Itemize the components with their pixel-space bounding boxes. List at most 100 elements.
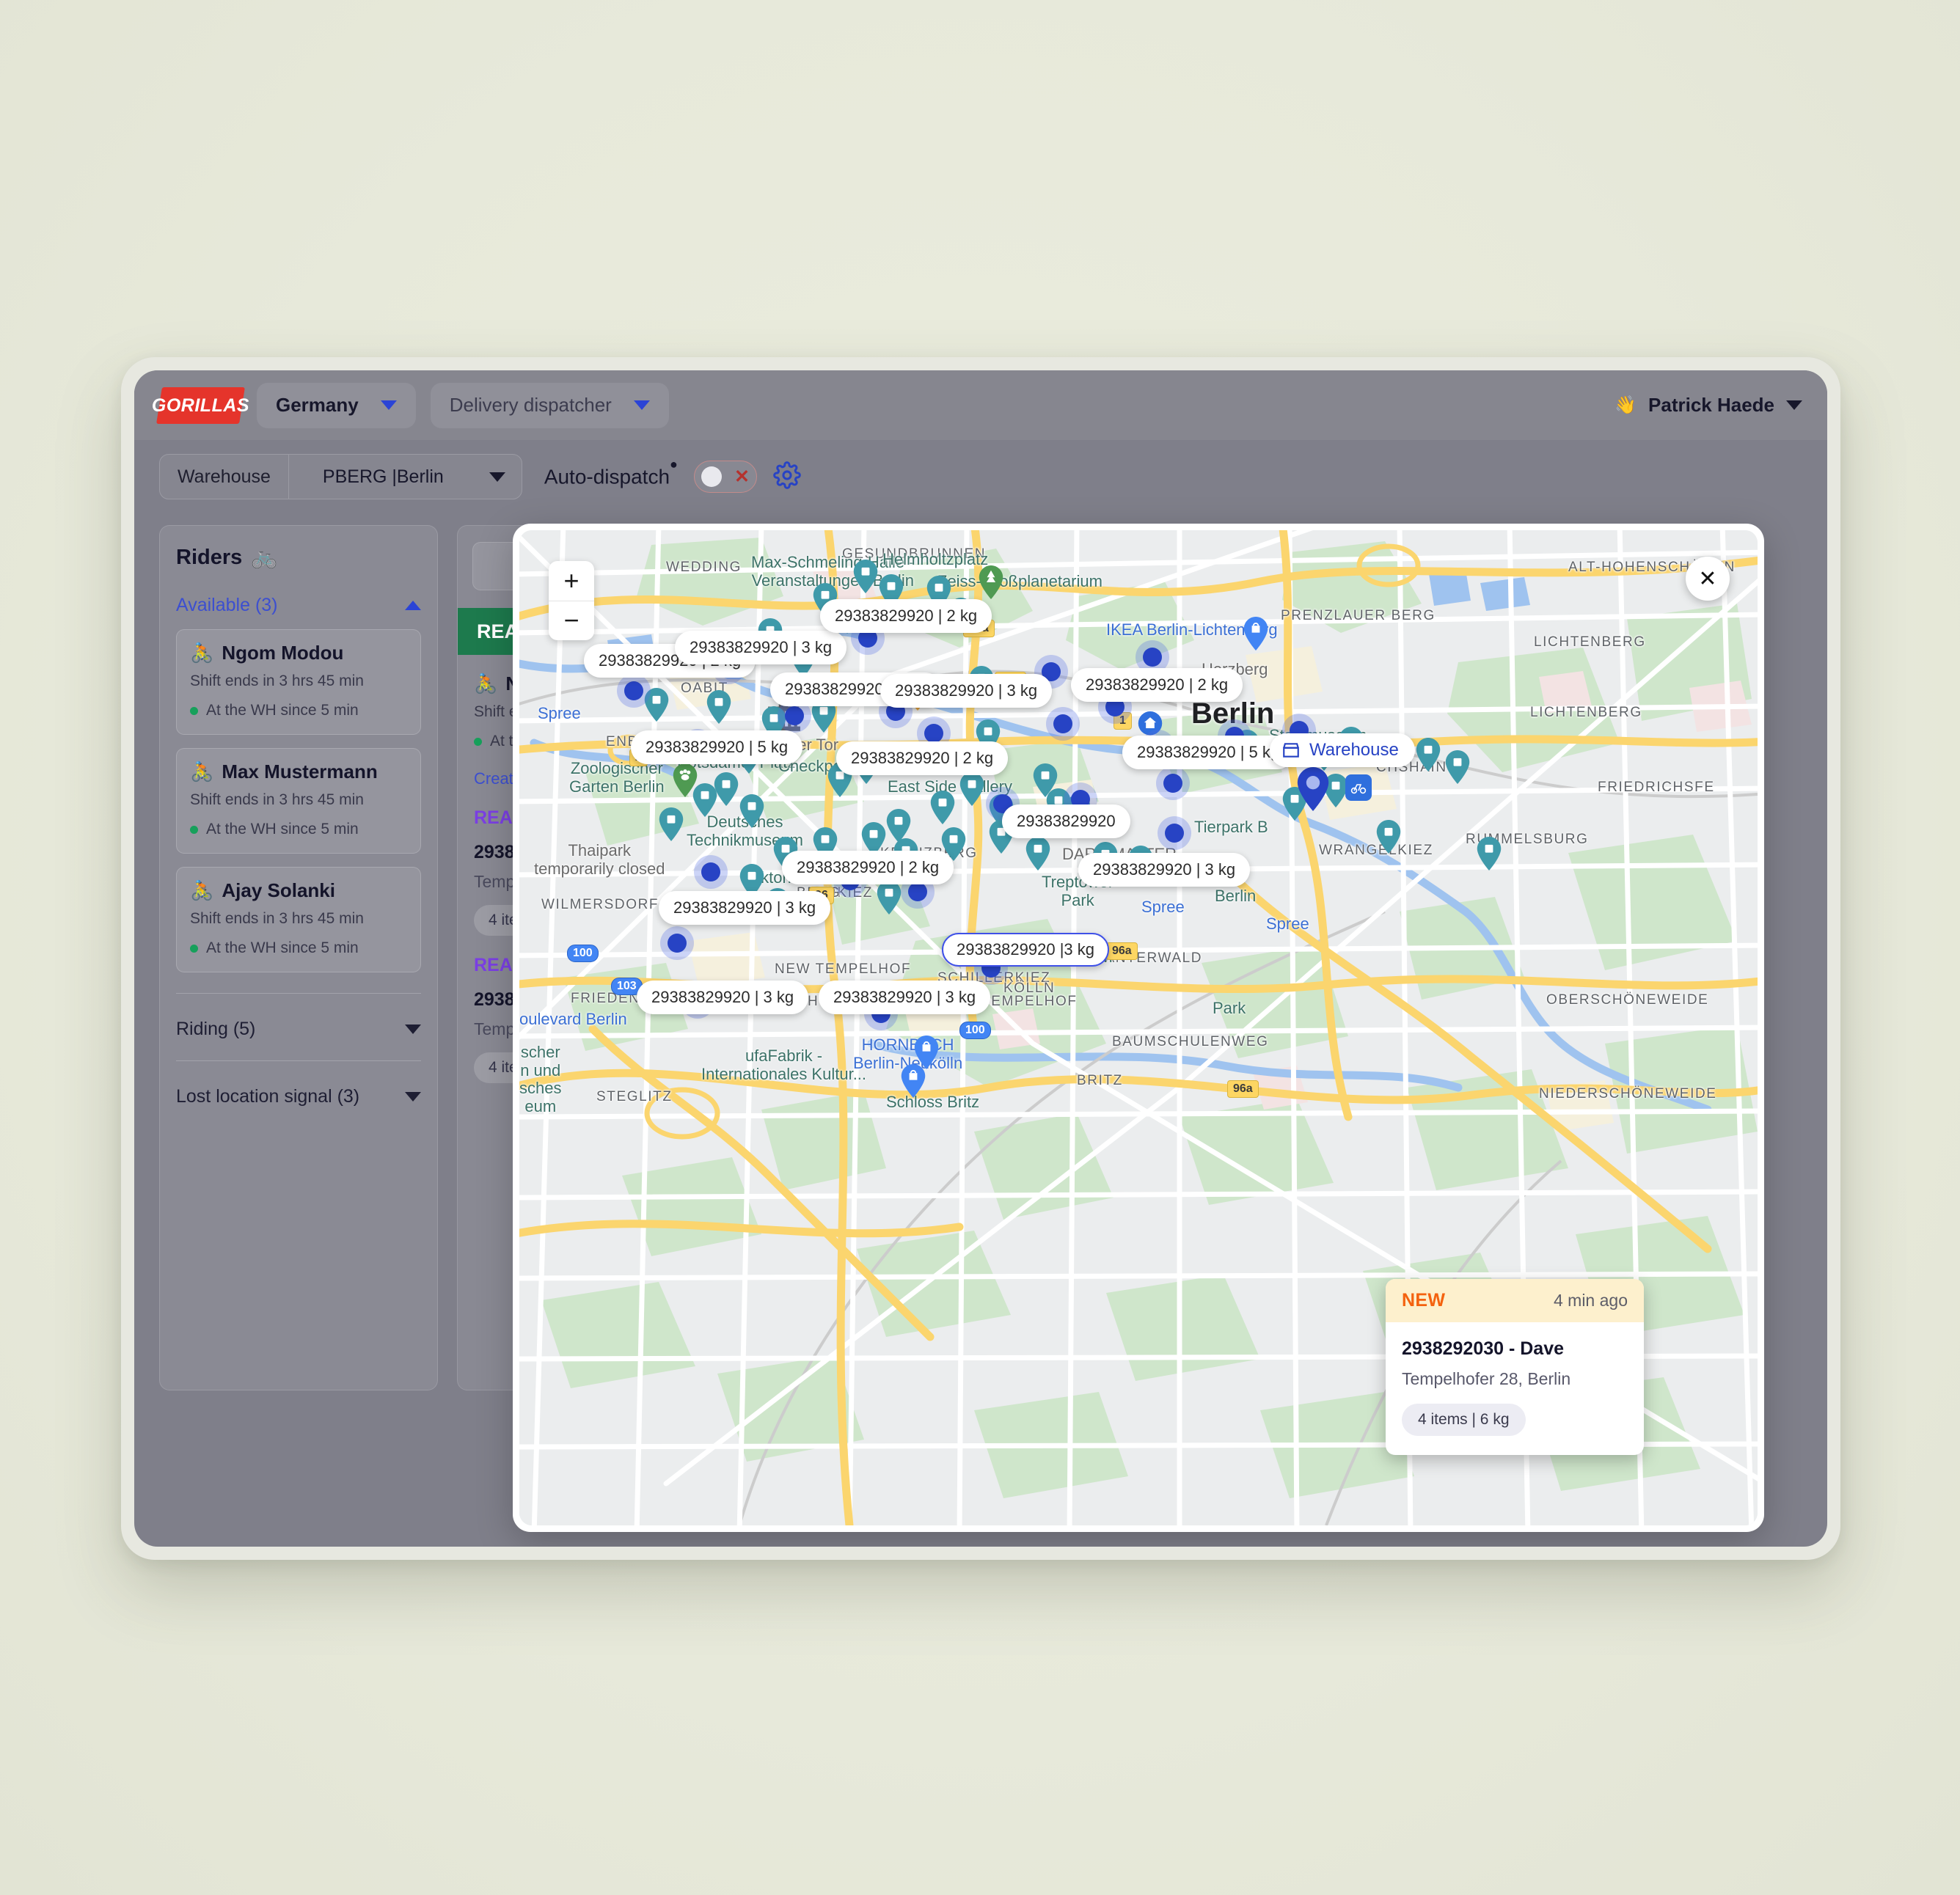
map-poi-pin-icon [706, 690, 731, 724]
rider-icon: 🚴 [474, 672, 498, 694]
map-order-location-dot[interactable] [1158, 816, 1191, 850]
warehouse-selector[interactable]: Warehouse PBERG |Berlin [159, 454, 522, 499]
riders-section-available[interactable]: Available (3) [176, 595, 421, 616]
map-poi-pin-icon [1477, 837, 1502, 870]
map-order-location-dot[interactable] [617, 674, 651, 708]
rider-name: Ajay Solanki [222, 879, 335, 901]
map-order-pill[interactable]: 29383829920 | 3 kg [659, 891, 831, 925]
map-poi-pin-icon [1376, 820, 1401, 854]
rider-card[interactable]: 🚴 Ngom Modou Shift ends in 3 hrs 45 min … [176, 629, 421, 735]
close-map-button[interactable]: ✕ [1686, 557, 1730, 601]
map-canvas[interactable]: + − ✕ GESUNDBRUNNENWEDDINGMITTEOABITHANS… [519, 530, 1758, 1525]
map-poi-pin-icon [959, 772, 984, 806]
warehouse-map-pill[interactable]: Warehouse [1270, 733, 1415, 767]
map-order-pill[interactable]: 29383829920 [1002, 804, 1130, 838]
divider [176, 993, 421, 994]
rider-card[interactable]: 🚴 Ajay Solanki Shift ends in 3 hrs 45 mi… [176, 867, 421, 972]
map-poi-pin-icon [739, 794, 764, 828]
rider-status: At the WH since 5 min [206, 821, 359, 837]
map-poi-pin-icon [1025, 837, 1050, 870]
zoom-in-button[interactable]: + [549, 561, 594, 601]
riders-section-riding[interactable]: Riding (5) [176, 1019, 421, 1040]
rider-icon: 🚴 [190, 642, 214, 664]
park-pin-icon [979, 565, 1003, 599]
map-overlay: + − ✕ GESUNDBRUNNENWEDDINGMITTEOABITHANS… [513, 524, 1764, 1532]
map-order-pill[interactable]: 29383829920 | 5 kg [1122, 736, 1295, 769]
map-order-pill[interactable]: 29383829920 | 3 kg [819, 981, 991, 1014]
rider-status: At the WH since 5 min [206, 702, 359, 719]
map-poi-pin-icon [930, 791, 955, 824]
order-info-chip: 4 items | 6 kg [1402, 1404, 1526, 1436]
bicycle-icon: 🚲 [251, 546, 278, 569]
auto-dispatch-toggle[interactable]: ✕ [693, 461, 757, 493]
chevron-down-icon [405, 1025, 421, 1034]
warehouse-value-text: PBERG |Berlin [322, 466, 444, 487]
order-info-id: 2938292030 - Dave [1402, 1338, 1565, 1359]
order-info-popup-body: 2938292030 - Dave Tempelhofer 28, Berlin… [1386, 1322, 1644, 1455]
rider-name: Ngom Modou [222, 642, 344, 664]
riders-section-lost-signal[interactable]: Lost location signal (3) [176, 1086, 421, 1107]
zoom-out-button[interactable]: − [549, 601, 594, 641]
order-info-address: Tempelhofer 28, Berlin [1402, 1369, 1571, 1388]
riders-section-available-label: Available (3) [176, 595, 278, 615]
status-dot-icon [190, 825, 198, 834]
auto-dispatch-text: Auto-dispatch [544, 465, 670, 488]
chevron-down-icon [1786, 400, 1802, 410]
filter-bar: Warehouse PBERG |Berlin Auto-dispatch● ✕ [134, 440, 1827, 513]
map-order-pill[interactable]: 29383829920 | 5 kg [631, 730, 803, 764]
warehouse-value[interactable]: PBERG |Berlin [289, 466, 522, 488]
auto-dispatch-dot-icon: ● [670, 457, 678, 472]
chevron-down-icon [405, 1092, 421, 1102]
map-order-location-dot[interactable] [1046, 707, 1080, 741]
hornbach-shop-pin-icon [901, 1064, 926, 1098]
map-order-pill[interactable]: 29383829920 | 3 kg [675, 631, 847, 664]
map-order-pill[interactable]: 29383829920 | 3 kg [1078, 853, 1251, 887]
map-order-location-dot[interactable] [1156, 766, 1190, 800]
warehouse-marker-pin[interactable] [1297, 767, 1329, 811]
gorillas-logo[interactable]: GORILLAS [152, 386, 249, 424]
rider-name: Max Mustermann [222, 760, 378, 782]
map-order-pill[interactable]: 29383829920 | 3 kg [637, 981, 809, 1014]
divider [176, 1060, 421, 1061]
map-poi-pin-icon [1445, 750, 1470, 784]
map-order-location-dot[interactable] [694, 855, 728, 889]
chevron-up-icon [405, 601, 421, 610]
role-label: Delivery dispatcher [449, 394, 612, 416]
country-label: Germany [276, 394, 359, 416]
logo-text: GORILLAS [151, 395, 250, 415]
toggle-knob [701, 466, 722, 487]
map-poi-pin-icon [659, 807, 684, 841]
map-order-pill[interactable]: 29383829920 | 2 kg [820, 599, 992, 633]
rider-status-row: At the WH since 5 min [190, 821, 407, 838]
zoo-pin-icon [673, 763, 698, 797]
chevron-down-icon [380, 400, 397, 410]
role-selector[interactable]: Delivery dispatcher [430, 382, 669, 428]
rider-shift: Shift ends in 3 hrs 45 min [190, 910, 364, 927]
map-order-pill[interactable]: 29383829920 | 2 kg [782, 851, 954, 884]
user-name: Patrick Haede [1648, 394, 1774, 416]
map-order-pill[interactable]: 29383829920 | 2 kg [836, 741, 1009, 775]
rider-status-row: At the WH since 5 min [190, 939, 407, 957]
riders-section-riding-label: Riding (5) [176, 1019, 256, 1039]
rider-shift: Shift ends in 3 hrs 45 min [190, 672, 364, 689]
status-dot-icon [474, 737, 482, 746]
map-order-pill[interactable]: 29383829920 | 2 kg [1071, 668, 1243, 702]
app-screen: GORILLAS Germany Delivery dispatcher 👋 P… [134, 370, 1827, 1547]
status-dot-icon [190, 944, 198, 953]
map-poi-pin-icon [877, 881, 902, 914]
riders-title-text: Riders [176, 545, 243, 569]
country-selector[interactable]: Germany [257, 382, 416, 428]
map-order-pill[interactable]: 29383829920 | 3 kg [880, 674, 1053, 708]
map-order-pill-selected[interactable]: 29383829920 |3 kg [942, 933, 1109, 967]
gear-icon[interactable] [773, 461, 801, 493]
map-poi-pin-icon [853, 560, 878, 593]
order-info-popup-header: NEW 4 min ago [1386, 1279, 1644, 1322]
status-dot-icon [190, 706, 198, 715]
user-menu[interactable]: 👋 Patrick Haede [1615, 394, 1802, 417]
rider-icon: 🚴 [190, 879, 214, 901]
chevron-down-icon [633, 400, 650, 410]
map-order-location-dot[interactable] [660, 926, 694, 960]
rider-card[interactable]: 🚴 Max Mustermann Shift ends in 3 hrs 45 … [176, 748, 421, 854]
order-info-popup[interactable]: NEW 4 min ago 2938292030 - Dave Tempelho… [1386, 1279, 1644, 1455]
rider-icon: 🚴 [190, 760, 214, 782]
